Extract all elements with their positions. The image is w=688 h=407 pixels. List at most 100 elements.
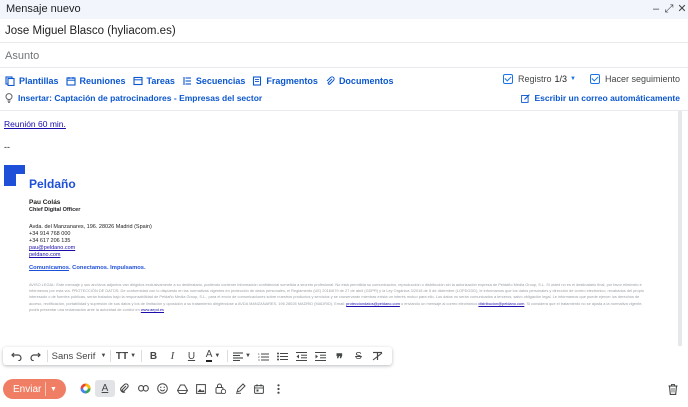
snippets-button[interactable]: Fragmentos [252,76,318,86]
strikethrough-button[interactable]: S [349,347,368,365]
subject-placeholder: Asunto [5,50,40,62]
sequences-label: Secuencias [195,76,246,86]
insert-template-label: Insertar: Captación de patrocinadores - … [18,93,263,103]
toolbar-divider [141,350,142,362]
undo-icon[interactable] [7,347,26,365]
signature-phone-2: +34 617 206 135 [29,238,71,244]
tracking-options: Registro 1/3 ▼ Hacer seguimiento [502,74,680,84]
chevron-down-icon: ▼ [214,353,221,359]
signature-email[interactable]: pau@peldano.com [29,245,75,252]
bold-button[interactable]: B [144,347,163,365]
lightbulb-icon [5,93,13,103]
to-field[interactable]: Jose Miguel Blasco (hyliacom.es) [0,19,688,43]
signature-phone-1: +34 914 768 000 [29,231,71,237]
snippets-label: Fragmentos [266,76,318,86]
signature-role: Chief Digital Officer [29,207,81,213]
auto-email-link[interactable]: Escribir un correo automáticamente [520,93,681,103]
delete-draft-icon[interactable] [668,382,678,400]
documents-button[interactable]: Documentos [325,76,394,86]
template-icon [5,76,15,86]
window-title: Mensaje nuevo [6,3,81,15]
signature-address: Avda. del Manzanares, 196. 28026 Madrid … [29,224,152,230]
compose-title-bar: Mensaje nuevo ‒ ⤢ ✕ [0,0,688,19]
bulleted-list-icon[interactable] [273,347,292,365]
meetings-label: Reuniones [79,76,126,86]
toolbar-divider [47,350,48,362]
legal-email-link[interactable]: protecciondatos@peldano.com [346,301,400,306]
insert-template-link[interactable]: Insertar: Captación de patrocinadores - … [5,93,262,103]
snippet-icon [252,76,262,86]
tasks-label: Tareas [146,76,175,86]
legal-email-link-2[interactable]: distribucion@peldano.com [478,301,524,306]
send-button[interactable]: Enviar [13,384,45,395]
documents-label: Documentos [338,76,394,86]
font-family-value: Sans Serif [51,350,96,362]
quote-icon[interactable]: ❞ [330,347,349,365]
indent-less-icon[interactable] [292,347,311,365]
task-icon [132,76,143,86]
body-scrollbar[interactable] [678,111,682,346]
edit-icon [520,93,530,103]
italic-button[interactable]: I [163,347,182,365]
confidential-mode-icon[interactable] [211,380,230,397]
send-button-group: Enviar ▼ [3,379,66,399]
signature-tagline: Comunicamos. Conectamos. Impulsamos. [29,265,146,271]
auto-email-label: Escribir un correo automáticamente [534,93,681,103]
attach-file-icon[interactable] [115,380,134,397]
expand-icon[interactable]: ⤢ [662,1,676,17]
emoji-icon[interactable] [153,380,172,397]
insert-link-icon[interactable] [134,380,153,397]
close-icon[interactable]: ✕ [675,1,688,17]
minimize-icon[interactable]: ‒ [649,1,663,17]
logo-wordmark: Peldaño [29,177,76,191]
logo-mark-cutout [16,174,25,186]
drive-icon[interactable] [172,380,191,397]
send-options-icon[interactable]: ▼ [46,386,61,393]
schedule-calendar-icon[interactable] [250,380,269,397]
sequence-icon [182,76,192,86]
sequences-button[interactable]: Secuencias [182,76,246,86]
align-button[interactable]: ▼ [230,347,254,365]
signature-pen-icon[interactable] [230,380,249,397]
font-size-select[interactable]: TT ▼ [113,347,139,365]
extension-toolbar: Plantillas Reuniones Tareas Secuencias F… [5,74,400,88]
colorful-extension-icon[interactable] [76,380,95,397]
recipient-chip[interactable]: Jose Miguel Blasco (hyliacom.es) [5,25,176,37]
calendar-icon [65,76,76,86]
font-size-icon: TT [115,350,129,362]
subject-field[interactable]: Asunto [0,43,688,68]
message-body[interactable]: Reunión 60 min. -- Peldaño Pau Colás Chi… [0,111,680,346]
compose-action-bar: Enviar ▼ A [0,372,688,407]
signature-separator: -- [4,142,10,152]
registro-checkbox[interactable] [502,74,513,84]
meeting-link[interactable]: Reunión 60 min. [4,119,66,129]
chevron-down-icon: ▼ [100,353,107,359]
meetings-button[interactable]: Reuniones [65,76,126,86]
numbered-list-icon[interactable]: 123 [254,347,273,365]
seguimiento-checkbox[interactable] [589,74,600,84]
insert-photo-icon[interactable] [192,380,211,397]
compose-icons: A [76,380,288,397]
font-family-select[interactable]: Sans Serif ▼ [50,347,108,365]
registro-count[interactable]: 1/3 [554,74,567,84]
chevron-down-icon[interactable]: ▼ [570,76,576,82]
formatting-options-icon[interactable]: A [95,380,115,397]
aepd-link[interactable]: www.aepd.es [141,307,164,312]
seguimiento-label: Hacer seguimiento [604,74,680,84]
underline-button[interactable]: U [182,347,201,365]
registro-label: Registro [517,74,552,84]
tagline-link[interactable]: Comunicamos [29,265,69,271]
legal-mid: o enviando un mensaje al correo electrón… [400,300,478,306]
tasks-button[interactable]: Tareas [132,76,175,86]
more-options-icon[interactable] [269,380,288,397]
remove-formatting-icon[interactable] [368,347,387,365]
toolbar-divider [227,350,228,362]
signature-website[interactable]: peldano.com [29,252,61,259]
redo-icon[interactable] [26,347,45,365]
indent-more-icon[interactable] [311,347,330,365]
text-color-icon: A [205,349,213,362]
templates-button[interactable]: Plantillas [5,76,59,86]
chevron-down-icon: ▼ [130,353,137,359]
svg-text:3: 3 [258,358,260,361]
text-color-button[interactable]: A ▼ [201,347,225,365]
